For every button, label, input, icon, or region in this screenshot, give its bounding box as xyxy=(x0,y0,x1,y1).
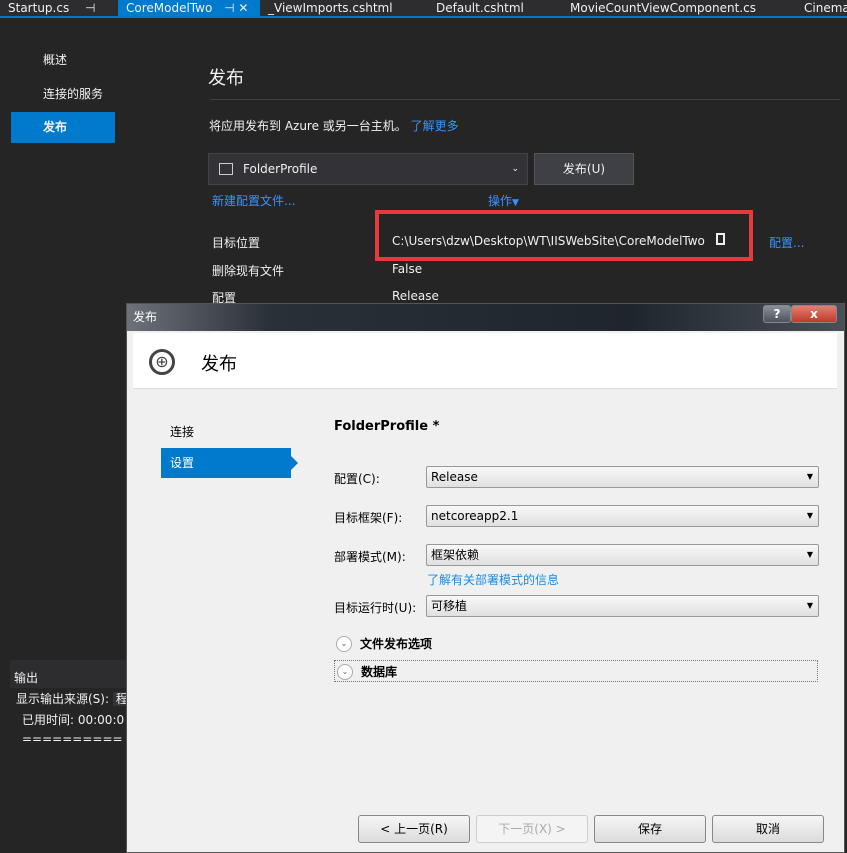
prop-value: Release xyxy=(392,289,439,303)
dropdown-arrow-icon: ▼ xyxy=(806,511,813,520)
nav-label: 设置 xyxy=(170,456,195,470)
actions-label: 操作 xyxy=(488,194,513,208)
cancel-button[interactable]: 取消 xyxy=(712,815,824,843)
target-location-value: C:\Users\dzw\Desktop\WT\IISWebSite\CoreM… xyxy=(392,234,705,248)
chevron-down-icon: ⌄ xyxy=(511,164,519,174)
learn-more-link[interactable]: 了解更多 xyxy=(411,119,459,133)
sidebar-item-overview[interactable]: 概述 xyxy=(11,45,115,76)
select-value: 可移植 xyxy=(431,599,468,613)
section-label: 文件发布选项 xyxy=(360,637,433,651)
configuration-select[interactable]: Release ▼ xyxy=(426,466,819,488)
divider xyxy=(210,99,840,100)
prev-button[interactable]: < 上一页(R) xyxy=(358,815,470,843)
description: 将应用发布到 Azure 或另一台主机。 xyxy=(209,119,407,133)
field-label: 部署模式(M): xyxy=(334,550,406,564)
dropdown-arrow-icon: ▼ xyxy=(806,472,813,481)
dialog-header-title: 发布 xyxy=(201,354,237,375)
field-label: 目标框架(F): xyxy=(334,511,403,525)
profile-dropdown[interactable]: FolderProfile ⌄ xyxy=(208,153,528,185)
database-expander[interactable]: ⌄ 数据库 xyxy=(334,660,818,682)
configure-link[interactable]: 配置... xyxy=(769,234,804,251)
actions-menu[interactable]: 操作▼ xyxy=(488,192,519,209)
output-line: ========== 已完成 xyxy=(22,732,163,746)
publish-dialog: 发布 ? x ⊕ 发布 连接 设置 FolderProfile * 配置(C):… xyxy=(126,303,845,853)
help-button[interactable]: ? xyxy=(763,305,791,323)
new-profile-link[interactable]: 新建配置文件... xyxy=(212,192,295,209)
arrow-icon xyxy=(291,456,298,470)
globe-publish-icon: ⊕ xyxy=(149,349,175,375)
tab-viewimports[interactable]: _ViewImports.cshtml xyxy=(260,0,393,16)
output-line: 已用时间: 00:00:0 xyxy=(22,713,125,727)
tab-moviecount[interactable]: MovieCountViewComponent.cs xyxy=(562,0,756,16)
dialog-header: ⊕ 发布 xyxy=(133,333,837,389)
sidebar-item-publish[interactable]: 发布 xyxy=(11,112,115,143)
page-title: 发布 xyxy=(208,68,244,89)
prop-value: False xyxy=(392,262,423,276)
dropdown-arrow-icon: ▼ xyxy=(806,550,813,559)
dialog-title: 发布 xyxy=(127,304,844,331)
profile-value: FolderProfile xyxy=(243,162,318,176)
publish-button[interactable]: 发布(U) xyxy=(534,153,634,185)
nav-connection[interactable]: 连接 xyxy=(170,423,194,440)
output-source-label: 显示输出来源(S): xyxy=(16,692,110,706)
tab-cinema[interactable]: Cinema xyxy=(796,0,847,16)
tab-label: CoreModelTwo xyxy=(126,1,213,15)
prop-label: 目标位置 xyxy=(212,236,261,250)
save-button[interactable]: 保存 xyxy=(594,815,706,843)
chevron-down-icon: ⌄ xyxy=(337,664,353,680)
field-label: 配置(C): xyxy=(334,472,380,486)
tab-startup[interactable]: Startup.cs ⊣ xyxy=(0,0,118,16)
file-publish-options-expander[interactable]: ⌄ 文件发布选项 xyxy=(334,633,432,655)
caret-down-icon: ▼ xyxy=(512,198,519,208)
deployment-mode-select[interactable]: 框架依赖 ▼ xyxy=(426,544,819,566)
output-title: 输出 xyxy=(10,668,126,688)
profile-name: FolderProfile * xyxy=(334,419,440,434)
select-value: netcoreapp2.1 xyxy=(431,509,519,523)
close-icon[interactable]: ✕ xyxy=(238,1,248,15)
folder-icon xyxy=(219,163,233,175)
nav-settings[interactable]: 设置 xyxy=(161,448,298,478)
dropdown-arrow-icon: ▼ xyxy=(806,601,813,610)
output-panel: 输出 显示输出来源(S): 程 已用时间: 00:00:0 ==========… xyxy=(10,660,163,853)
next-button[interactable]: 下一页(X) > xyxy=(476,815,588,843)
section-label: 数据库 xyxy=(361,665,398,679)
close-button[interactable]: x xyxy=(791,305,837,323)
target-runtime-select[interactable]: 可移植 ▼ xyxy=(426,595,819,617)
tab-label: Startup.cs xyxy=(8,1,70,15)
pin-icon[interactable]: ⊣ xyxy=(224,1,234,15)
target-framework-select[interactable]: netcoreapp2.1 ▼ xyxy=(426,505,819,527)
sidebar-item-connected-services[interactable]: 连接的服务 xyxy=(11,79,115,110)
document-tab-bar: Startup.cs ⊣ CoreModelTwo ⊣ ✕ _ViewImpor… xyxy=(0,0,847,18)
chevron-down-icon: ⌄ xyxy=(336,636,352,652)
select-value: Release xyxy=(431,470,478,484)
select-value: 框架依赖 xyxy=(431,548,480,562)
deployment-mode-link[interactable]: 了解有关部署模式的信息 xyxy=(427,571,559,588)
pin-icon[interactable]: ⊣ xyxy=(85,1,95,15)
copy-icon[interactable] xyxy=(716,233,725,245)
field-label: 目标运行时(U): xyxy=(334,601,417,615)
prop-label: 删除现有文件 xyxy=(212,264,285,278)
tab-coremodeltwo[interactable]: CoreModelTwo ⊣ ✕ xyxy=(118,0,260,16)
tab-default[interactable]: Default.cshtml xyxy=(428,0,524,16)
